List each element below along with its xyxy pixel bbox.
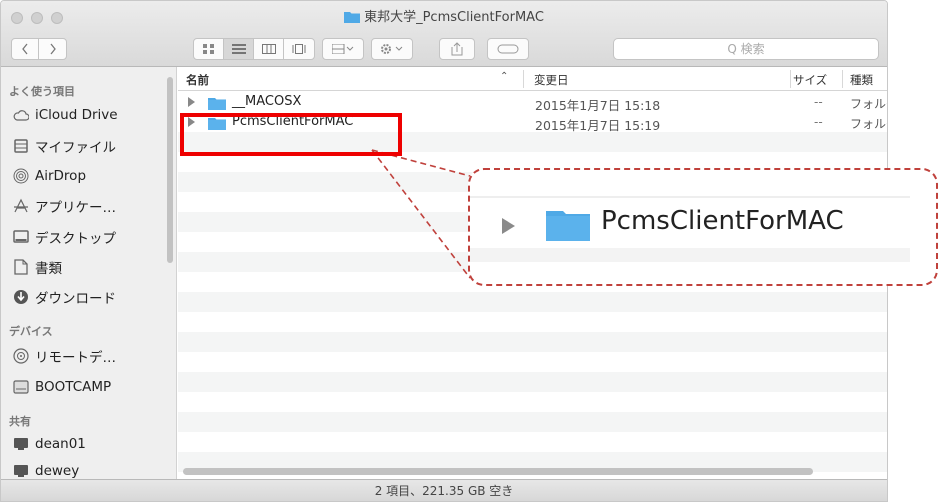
column-divider[interactable] (790, 70, 791, 88)
column-header-kind[interactable]: 種類 (850, 72, 873, 88)
tag-button[interactable] (487, 38, 529, 60)
callout-row-divider (470, 196, 910, 198)
column-header-name[interactable]: 名前 (186, 72, 209, 88)
forward-button[interactable] (39, 39, 66, 59)
gear-icon (381, 44, 403, 54)
column-view-button[interactable] (254, 39, 284, 59)
icon-view-icon (202, 44, 214, 54)
callout-row-divider (470, 248, 910, 262)
sidebar-header-shared: 共有 (9, 415, 31, 428)
sidebar-item-airdrop[interactable]: AirDrop (13, 165, 86, 187)
list-view-button[interactable] (224, 39, 254, 59)
cover-flow-button[interactable] (284, 39, 314, 59)
column-view-icon (261, 44, 276, 54)
arrange-button[interactable] (322, 38, 364, 60)
back-button[interactable] (12, 39, 39, 59)
sidebar-item-remote-disc[interactable]: リモートデ… (13, 345, 116, 367)
sidebar-header-devices: デバイス (9, 325, 53, 338)
computer-icon (13, 463, 29, 479)
empty-row (178, 372, 887, 392)
zoom-callout: PcmsClientForMAC (468, 168, 938, 286)
sidebar-item-documents[interactable]: 書類 (13, 256, 62, 278)
status-bar: 2 項目、221.35 GB 空き (1, 479, 887, 501)
cover-flow-icon (292, 44, 306, 54)
sidebar-item-bootcamp[interactable]: BOOTCAMP (13, 376, 111, 398)
sidebar-item-dean01[interactable]: dean01 (13, 433, 86, 455)
sidebar-item-my-files[interactable]: マイファイル (13, 135, 116, 157)
empty-row (178, 292, 887, 312)
column-header-size[interactable]: サイズ (793, 72, 827, 88)
chevron-left-icon (22, 43, 28, 55)
column-divider[interactable] (523, 70, 524, 88)
file-kind: フォルダ (850, 97, 887, 111)
sidebar-scrollbar[interactable] (167, 77, 173, 263)
file-name: __MACOSX (232, 94, 302, 109)
disclosure-triangle-icon[interactable] (188, 97, 195, 107)
airdrop-icon (13, 168, 29, 184)
sort-ascending-icon[interactable]: ⌃ (500, 71, 508, 82)
column-header-row: 名前 ⌃ 変更日 サイズ 種類 (178, 67, 887, 91)
desktop-icon (13, 229, 29, 245)
sidebar: よく使う項目 iCloud Drive マイファイル AirDrop アプリケー… (1, 67, 177, 479)
column-header-modified[interactable]: 変更日 (534, 72, 569, 88)
list-view-icon (231, 44, 246, 54)
computer-icon (13, 436, 29, 452)
documents-icon (13, 259, 29, 275)
callout-folder-name: PcmsClientForMAC (601, 206, 844, 236)
icon-view-button[interactable] (194, 39, 224, 59)
action-button[interactable] (371, 38, 413, 60)
sidebar-header-favorites: よく使う項目 (9, 85, 75, 98)
sidebar-item-applications[interactable]: アプリケー… (13, 195, 116, 217)
sidebar-item-desktop[interactable]: デスクトップ (13, 226, 116, 248)
empty-row (178, 332, 887, 352)
file-size: -- (814, 115, 823, 129)
sidebar-item-icloud-drive[interactable]: iCloud Drive (13, 104, 118, 126)
arrange-icon (332, 44, 354, 54)
share-button[interactable] (439, 38, 475, 60)
file-size: -- (814, 95, 823, 109)
chevron-right-icon (49, 43, 56, 55)
share-icon (451, 42, 463, 56)
sidebar-item-downloads[interactable]: ダウンロード (13, 286, 116, 308)
table-row[interactable]: __MACOSX 2015年1月7日 15:18 -- フォルダ (178, 92, 887, 113)
tag-icon (497, 44, 519, 54)
empty-row (178, 412, 887, 432)
toolbar: 東邦大学_PcmsClientForMAC Q 検索 (1, 1, 887, 67)
highlight-box (180, 113, 402, 156)
all-files-icon (13, 138, 29, 154)
horizontal-scrollbar[interactable] (183, 468, 813, 475)
column-divider[interactable] (842, 70, 843, 88)
search-input[interactable]: Q 検索 (613, 38, 879, 60)
file-kind: フォルダ (850, 117, 887, 131)
remote-disc-icon (13, 348, 29, 364)
folder-icon (344, 10, 361, 27)
disclosure-triangle-icon (502, 218, 515, 234)
back-forward-group (11, 38, 67, 60)
downloads-icon (13, 289, 29, 305)
applications-icon (13, 198, 29, 214)
cloud-icon (13, 107, 29, 123)
view-mode-group (193, 38, 315, 60)
window-title: 東邦大学_PcmsClientForMAC (1, 6, 887, 27)
drive-icon (13, 379, 29, 395)
folder-icon (546, 207, 590, 245)
